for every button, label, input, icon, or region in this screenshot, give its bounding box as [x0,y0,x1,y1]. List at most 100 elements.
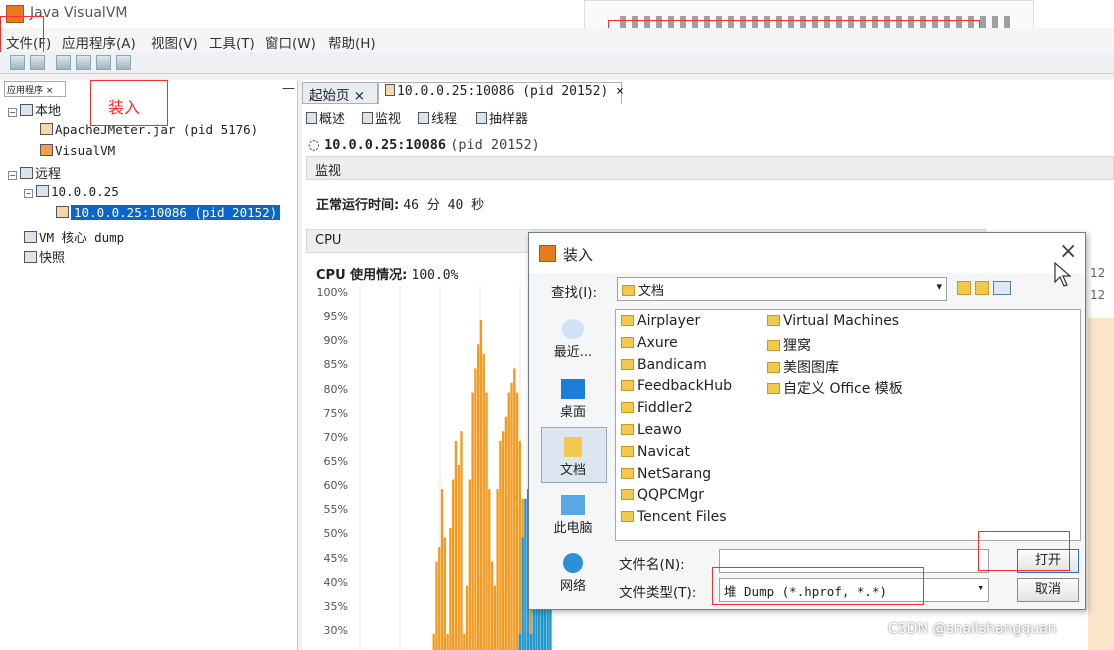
monitor-icon [362,112,373,124]
folder-icon [767,361,780,373]
view-menu-icon[interactable] [993,281,1011,295]
tree-remote-host[interactable]: −10.0.0.25 [24,184,119,199]
cpu-usage-bar [510,382,513,650]
sampler-icon [476,112,487,124]
subtab-monitor[interactable]: 监视 [362,108,401,127]
place-documents[interactable]: 文档 [541,437,605,478]
file-list-item[interactable]: Leawo [621,422,682,438]
add-jmx-icon[interactable] [56,55,71,70]
file-list-item[interactable]: Airplayer [621,313,700,329]
java-process-icon [385,84,395,96]
cpu-usage-bar [518,440,522,650]
tree-core-dump[interactable]: VM 核心 dump [24,227,124,246]
file-list-item[interactable]: Navicat [621,444,690,460]
file-list-item[interactable]: Fiddler2 [621,400,693,416]
tab-start-page[interactable]: 起始页 × [302,82,378,104]
file-list-item[interactable]: Tencent Files [621,509,727,525]
tab-remote-process[interactable]: 10.0.0.25:10086 (pid 20152) × [378,82,624,104]
collapse-icon[interactable]: − [8,108,17,117]
cpu-usage-bar [463,634,466,650]
cpu-usage-bar [477,344,480,650]
subtab-overview[interactable]: 概述 [306,108,345,127]
cpu-usage-bar [482,353,485,650]
menu-tools[interactable]: 工具(T) [209,32,255,52]
look-in-select[interactable]: 文档 ▾ [617,277,947,301]
file-list-item[interactable]: 美图图库 [767,357,839,377]
file-name: 自定义 Office 模板 [783,381,903,398]
heap-dump-icon[interactable] [96,55,111,70]
cpu-usage-bar [488,489,491,650]
ytick-label: 45% [323,551,348,565]
cpu-usage-value: 100.0% [411,268,459,283]
cpu-usage-bar [435,561,438,650]
ytick-label: 60% [323,479,348,493]
file-name: Axure [637,334,678,351]
subtab-sampler[interactable]: 抽样器 [476,108,528,127]
monitor-section-bar: 监视 [306,156,1114,180]
place-desktop[interactable]: 桌面 [541,379,605,420]
file-list-item[interactable]: 狸窝 [767,335,811,355]
dialog-close-icon[interactable]: × [1059,239,1077,264]
folder-icon [767,315,780,326]
cpu-usage-bar [515,392,519,650]
file-list-item[interactable]: QQPCMgr [621,487,704,503]
menu-view[interactable]: 视图(V) [151,32,198,52]
menu-help[interactable]: 帮助(H) [328,32,376,52]
file-name: Virtual Machines [783,313,900,329]
load-icon[interactable] [10,55,25,70]
core-dump-icon [24,231,37,243]
applications-tab[interactable]: 应用程序 × [4,81,66,97]
java-process-icon [40,123,53,135]
folder-icon [621,402,634,414]
cancel-button[interactable]: 取消 [1017,578,1079,602]
minimize-panel-button[interactable]: — [282,81,295,96]
up-folder-icon[interactable] [957,281,971,295]
threads-icon [418,112,429,124]
file-list-item[interactable]: Bandicam [621,357,707,373]
look-in-label: 查找(I): [551,285,598,301]
tree-remote[interactable]: − 远程 [8,163,61,182]
tree-snapshots[interactable]: 快照 [24,247,65,266]
file-list-item[interactable]: Virtual Machines [767,313,899,329]
folder-icon [621,424,634,435]
add-remote-icon[interactable] [76,55,91,70]
monitor-header: ◌ 10.0.0.25:10086 (pid 20152) [308,137,540,153]
tree-local[interactable]: − 本地 [8,100,61,119]
snapshot-icon[interactable] [116,55,131,70]
ytick-label: 50% [323,527,348,541]
place-this-pc[interactable]: 此电脑 [541,495,605,536]
place-network[interactable]: 网络 [541,553,605,594]
collapse-icon[interactable]: − [8,171,17,180]
folder-icon [767,339,780,351]
loading-icon: ◌ [308,137,320,153]
overview-icon [306,112,317,124]
menu-window[interactable]: 窗口(W) [265,32,316,52]
file-list-item[interactable]: Axure [621,335,678,351]
cpu-usage-bar [443,537,447,650]
file-list-item[interactable]: 自定义 Office 模板 [767,378,903,398]
save-icon[interactable] [30,55,45,70]
cpu-usage-bar [496,489,499,650]
file-list-item[interactable]: NetSarang [621,466,711,482]
cpu-usage-bar [471,392,474,650]
subtab-threads[interactable]: 线程 [418,108,457,127]
folder-icon [622,285,635,296]
file-name: Leawo [637,422,682,438]
menu-application[interactable]: 应用程序(A) [62,32,136,52]
tree-remote-process[interactable]: 10.0.0.25:10086 (pid 20152) [56,205,281,220]
cpu-chart-svg [359,286,561,650]
cpu-usage-bar [452,479,455,650]
file-list-item[interactable]: FeedbackHub [621,378,732,394]
ytick-label: 75% [323,406,348,420]
folder-icon [621,467,634,479]
cpu-usage-bar [529,634,533,650]
dialog-app-icon [539,245,556,262]
desktop-icon [561,379,585,399]
folder-icon [621,380,634,392]
ytick-label: 65% [323,455,348,468]
place-recent[interactable]: 最近... [541,319,605,360]
collapse-icon[interactable]: − [24,189,33,198]
tree-visualvm[interactable]: VisualVM [40,143,115,158]
new-folder-icon[interactable] [975,281,989,295]
uptime: 正常运行时间: 46 分 40 秒 [316,194,484,213]
